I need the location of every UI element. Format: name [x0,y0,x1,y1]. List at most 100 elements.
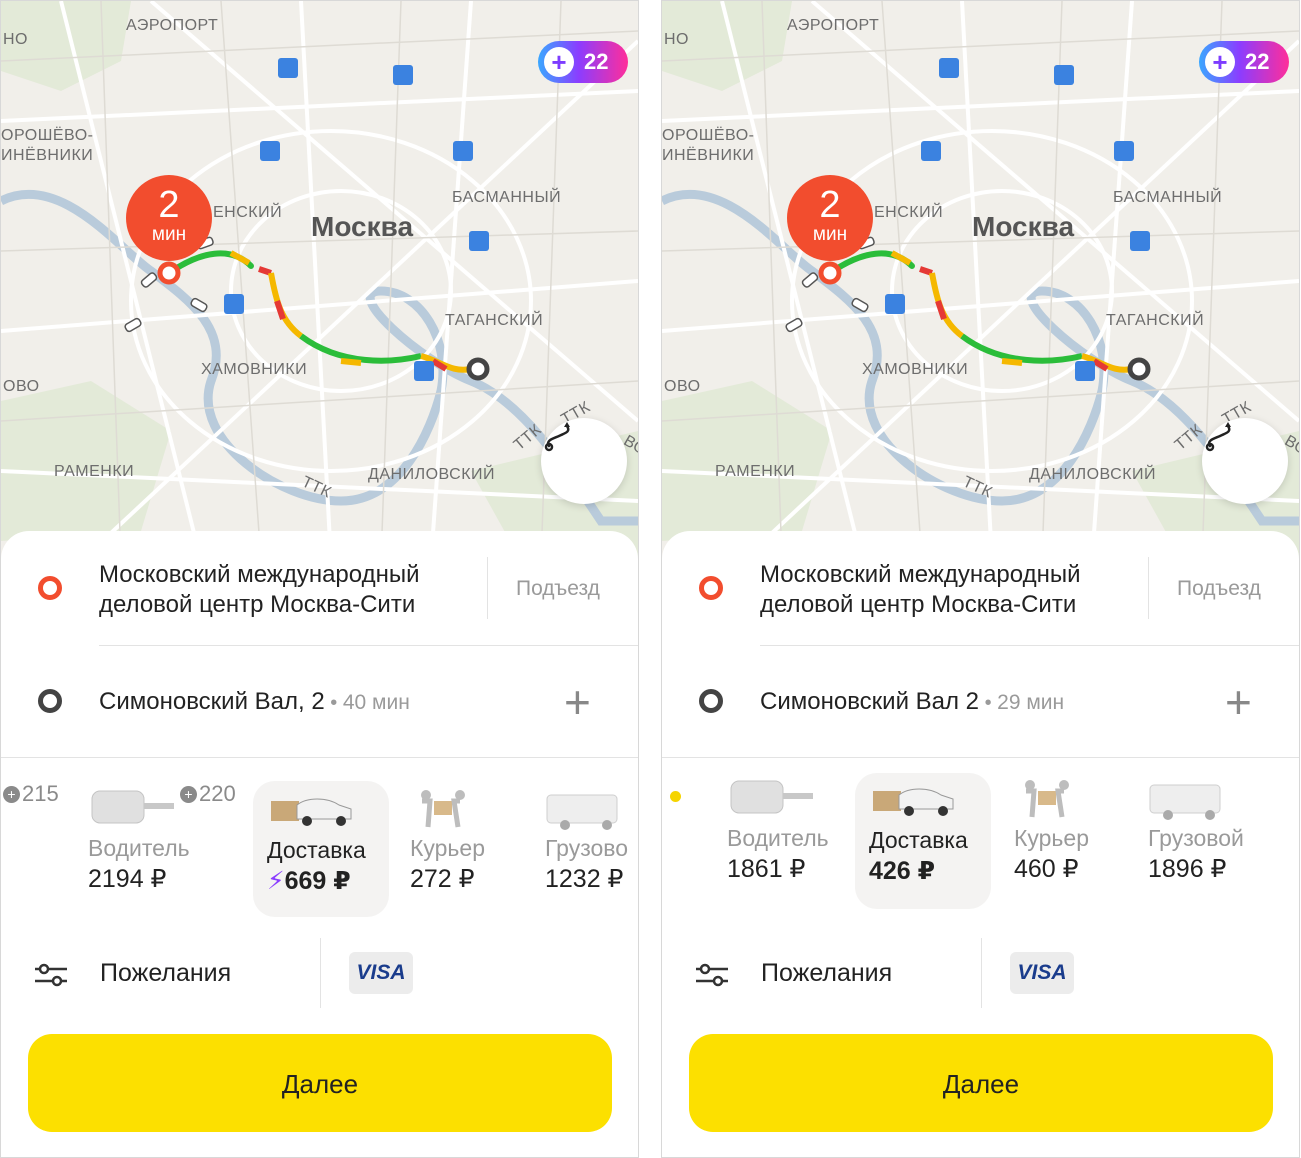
tariff-delivery[interactable]: Доставка ⚡669 ₽ [253,781,389,917]
route-overview-button[interactable] [1202,418,1288,504]
tariff-cargo[interactable]: Грузовой 1896 ₽ [1148,777,1278,884]
plus-icon: + [1205,47,1235,77]
route-overview-button[interactable] [541,418,627,504]
eta-pin: 2 мин [126,175,212,261]
truck-icon [545,787,638,835]
to-address: Симоновский Вал, 2 [99,688,325,715]
delivery-car-icon [869,779,991,827]
map-label-moscow: Москва [311,211,414,242]
tariff-name: Курьер [410,835,485,861]
plus-points-badge[interactable]: + 22 [538,41,628,83]
indicator-dot [670,791,681,802]
surge-icon: ⚡ [267,867,285,895]
map-label-khamovniki: ХАМОВНИКИ [862,361,969,378]
map-label-khoroshevo: ОРОШЁВО- [1,127,94,144]
eta-unit: мин [812,224,848,245]
map-label-ramenki: РАМЕНКИ [54,463,135,480]
payment-method-visa[interactable]: VISA [1010,952,1074,994]
map-label-basmanny: БАСМАННЫЙ [452,189,562,206]
map-label-ho: НО [664,31,689,48]
map-label-khoroshevo: ОРОШЁВО- [662,127,755,144]
from-address-line2: деловой центр Москва-Сити [760,591,1077,618]
cashback-badge: +215 [3,781,59,807]
map-label-presnensky: ЕНСКИЙ [874,204,944,221]
divider [99,645,638,646]
tariff-name: Курьер [1014,825,1089,851]
route-icon [1205,422,1231,452]
tariff-driver[interactable]: Водитель 1861 ₽ [727,777,863,884]
eta-unit: мин [151,224,187,245]
from-address[interactable]: Московский международный деловой центр М… [760,560,1081,620]
to-address-row[interactable]: Симоновский Вал 2 • 29 мин [760,687,1064,718]
plus-icon: + [544,47,574,77]
courier-icon [1014,777,1150,825]
from-pin-icon [699,576,723,600]
to-time: 40 мин [342,691,410,714]
eta-value: 2 [158,184,180,226]
map[interactable]: АЭРОПОРТ НО ОРОШЁВО- ИНЁВНИКИ ЕНСКИЙ Мос… [662,1,1299,561]
tariff-driver[interactable]: Водитель 2194 ₽ [88,787,224,894]
divider [981,938,982,1008]
key-icon [88,787,224,835]
tariff-name: Водитель [727,825,829,851]
from-address-line1: Московский международный [99,561,420,588]
add-stop-button[interactable]: + [564,679,591,725]
to-pin-icon [38,689,62,713]
tariff-courier[interactable]: Курьер 272 ₽ [410,787,546,894]
map[interactable]: АЭРОПОРТ НО ОРОШЁВО- ИНЁВНИКИ ЕНСКИЙ Мос… [1,1,638,561]
order-panel: Московский международный деловой центр М… [662,531,1299,1157]
tariff-price: 1232 ₽ [545,865,624,893]
truck-icon [1148,777,1278,825]
tariff-name: Доставка [267,837,366,863]
tariff-cargo[interactable]: Грузово 1232 ₽ [545,787,638,894]
tariff-courier[interactable]: Курьер 460 ₽ [1014,777,1150,884]
divider [320,938,321,1008]
entrance-button[interactable]: Подъезд [1177,577,1261,601]
plus-points-value: 22 [1245,49,1270,74]
delivery-car-icon [267,789,389,837]
from-address[interactable]: Московский международный деловой центр М… [99,560,420,620]
divider [760,645,1299,646]
map-label-mnevniki: ИНЁВНИКИ [1,147,94,164]
tariff-name: Грузовой [1148,825,1244,851]
tariff-price: 1896 ₽ [1148,855,1227,883]
cashback-icon: + [3,786,20,803]
map-label-presnensky: ЕНСКИЙ [213,204,283,221]
tariff-price: 2194 ₽ [88,865,167,893]
map-label-ho: НО [3,31,28,48]
map-label-airport: АЭРОПОРТ [126,17,219,34]
to-address-row[interactable]: Симоновский Вал, 2 • 40 мин [99,687,410,718]
map-label-tagansky: ТАГАНСКИЙ [1106,312,1205,329]
eta-value: 2 [819,184,841,226]
screen-right: АЭРОПОРТ НО ОРОШЁВО- ИНЁВНИКИ ЕНСКИЙ Мос… [661,0,1300,1158]
tariff-price: 1861 ₽ [727,855,806,883]
from-pin-icon [38,576,62,600]
tariff-delivery[interactable]: Доставка 426 ₽ [855,773,991,909]
tariff-name: Грузово [545,835,629,861]
wishes-label: Пожелания [761,959,893,987]
payment-method-visa[interactable]: VISA [349,952,413,994]
next-button[interactable]: Далее [28,1034,612,1132]
settings-sliders-icon [696,963,728,987]
tariff-price: 460 ₽ [1014,855,1079,883]
eta-pin: 2 мин [787,175,873,261]
divider [662,757,1299,758]
entrance-button[interactable]: Подъезд [516,577,600,601]
add-stop-button[interactable]: + [1225,679,1252,725]
tariff-price-row: ⚡669 ₽ [267,866,389,896]
to-pin-icon [699,689,723,713]
to-time: 29 мин [997,691,1065,714]
courier-icon [410,787,546,835]
divider [1148,557,1149,619]
map-label-khamovniki: ХАМОВНИКИ [201,361,308,378]
map-label-tagansky: ТАГАНСКИЙ [445,312,544,329]
map-label-vo: ОВО [664,378,701,395]
next-button[interactable]: Далее [689,1034,1273,1132]
map-label-danilovsky: ДАНИЛОВСКИЙ [368,466,496,483]
route-icon [544,422,570,452]
tariff-name: Доставка [869,827,968,853]
settings-sliders-icon [35,963,67,987]
plus-points-badge[interactable]: + 22 [1199,41,1289,83]
from-address-line1: Московский международный [760,561,1081,588]
tariff-price: 272 ₽ [410,865,475,893]
